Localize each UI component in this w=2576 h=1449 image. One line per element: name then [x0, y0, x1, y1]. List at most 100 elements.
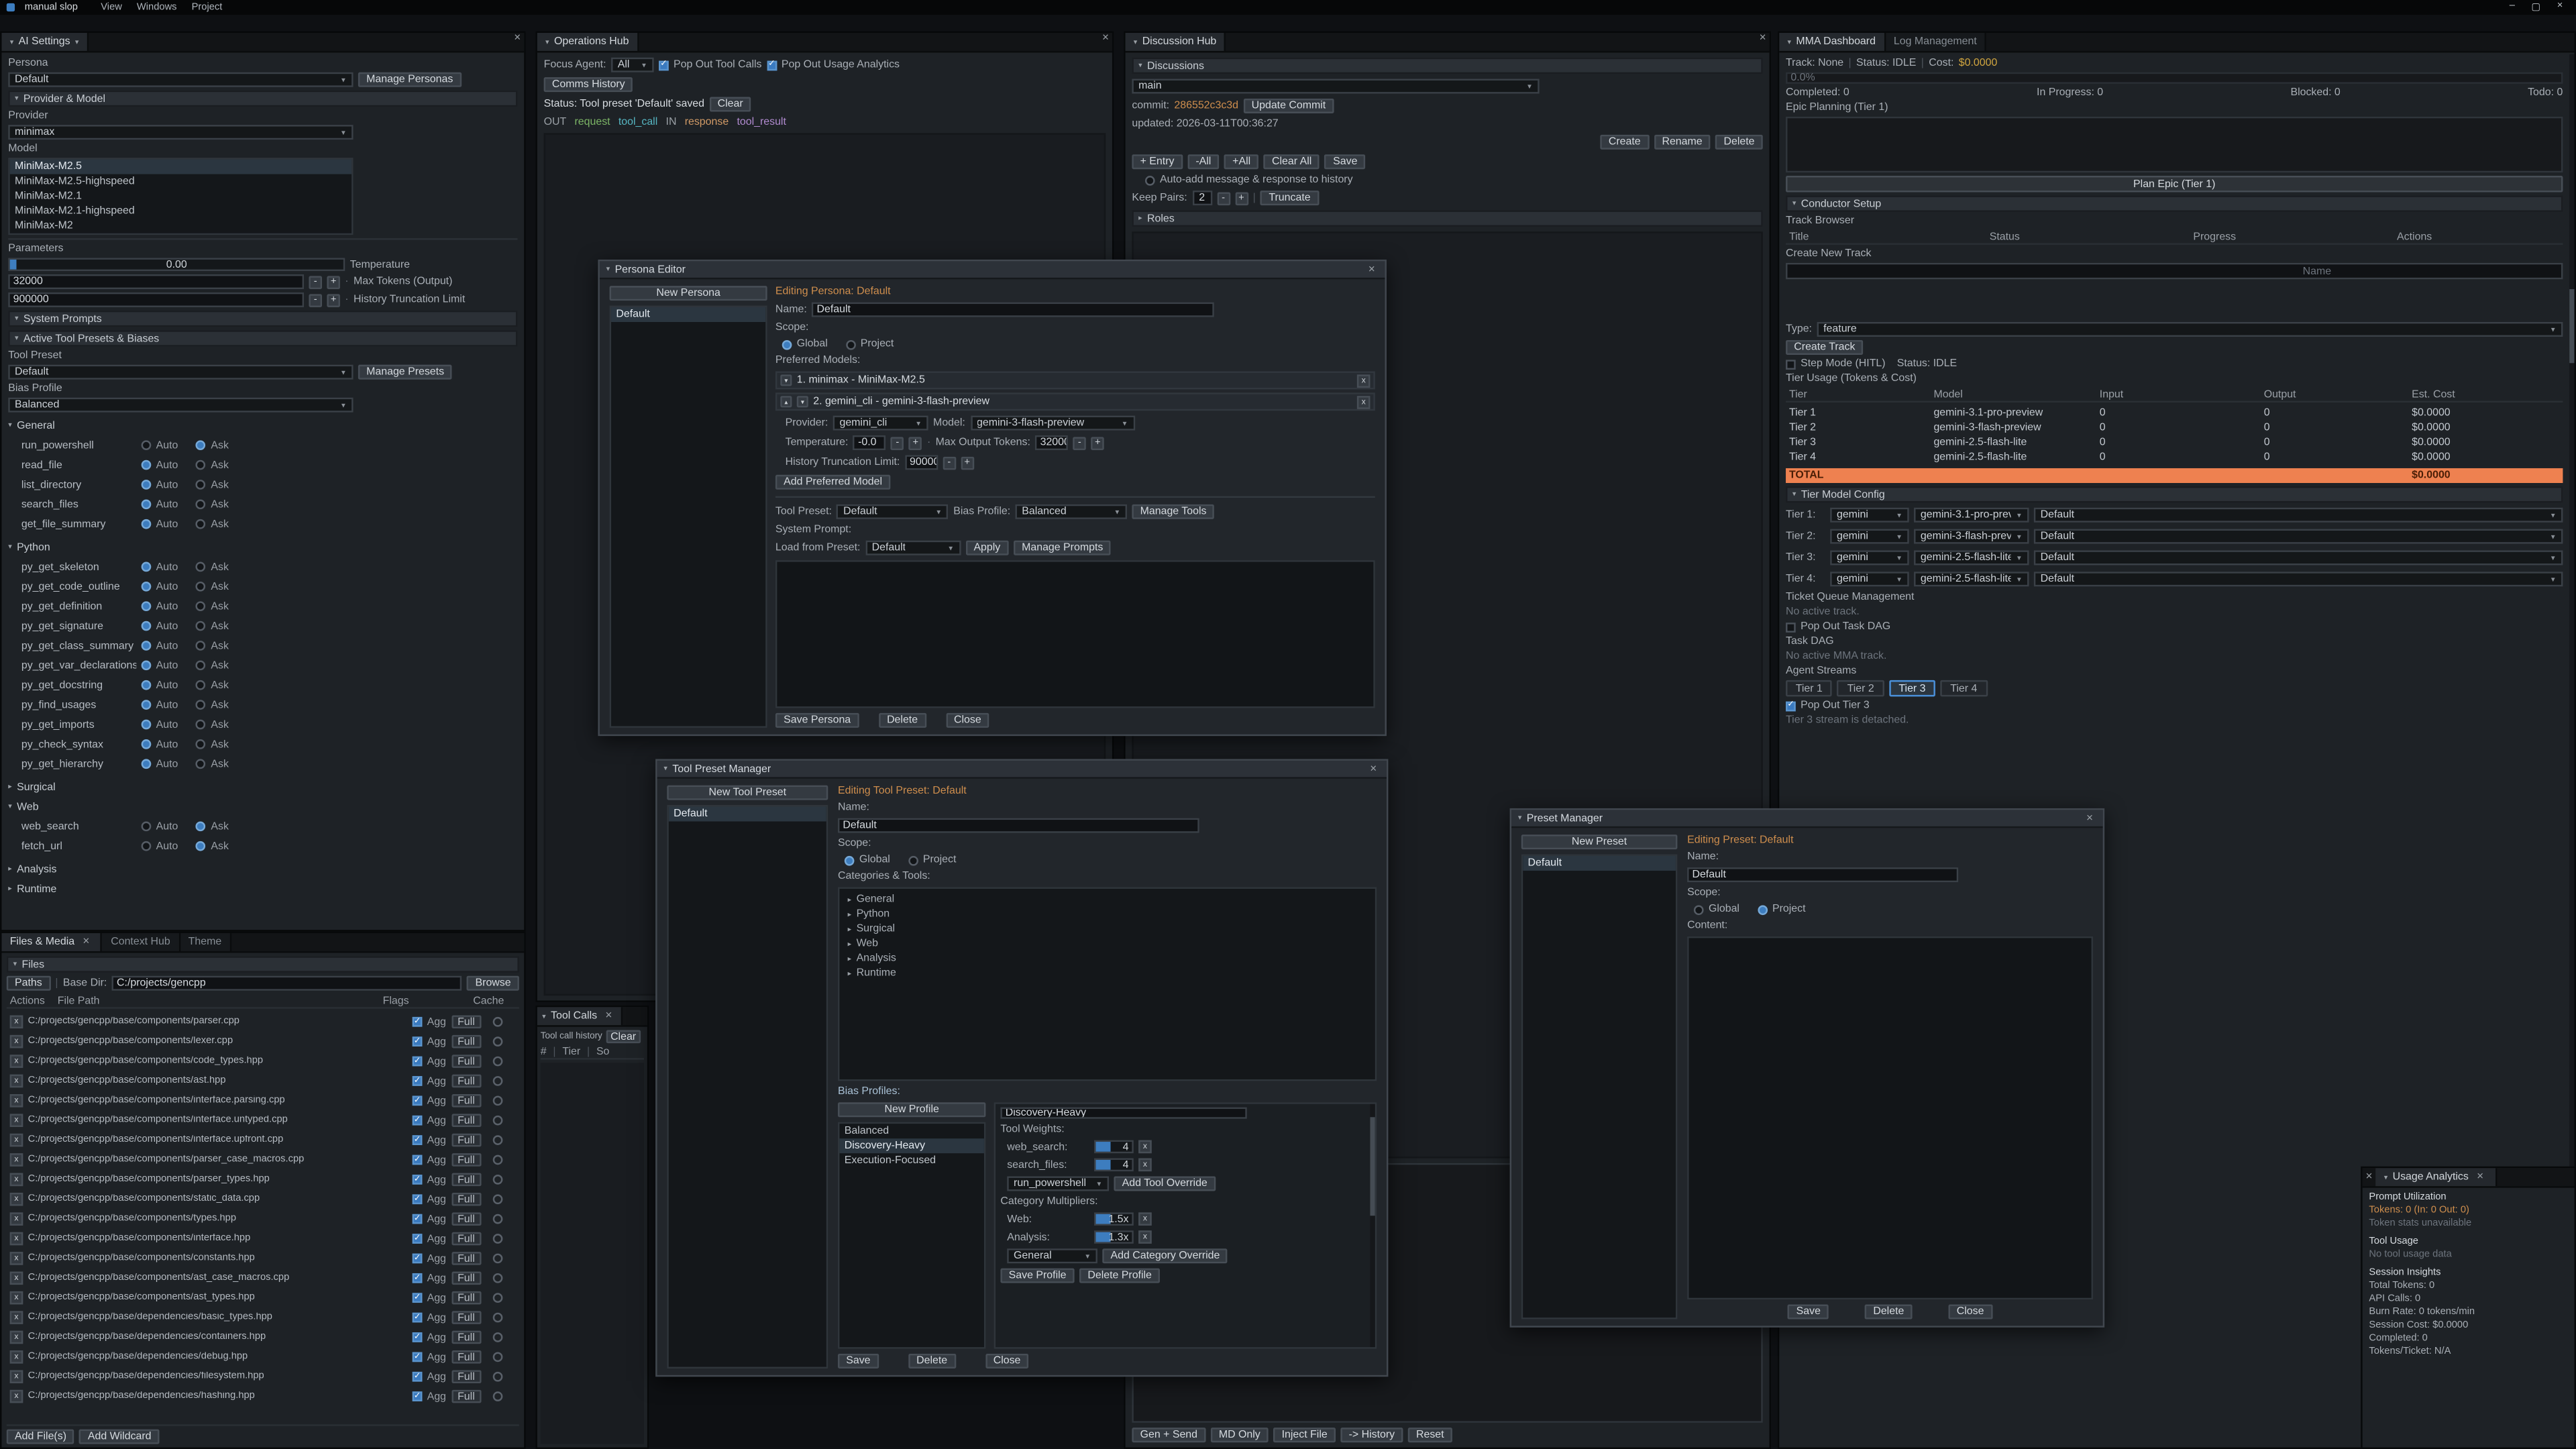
auto-radio[interactable]: [142, 680, 152, 690]
delete-discussion-button[interactable]: Delete: [1715, 135, 1763, 150]
agg-checkbox[interactable]: [413, 1214, 423, 1224]
ask-radio[interactable]: [196, 821, 206, 831]
manage-personas-button[interactable]: Manage Personas: [358, 72, 462, 87]
composer-button[interactable]: Inject File: [1273, 1428, 1336, 1442]
remove-file-button[interactable]: x: [10, 1153, 23, 1167]
tool-group-analysis[interactable]: ▸Analysis: [8, 863, 517, 876]
tier-stream-tab[interactable]: Tier 1: [1786, 680, 1832, 696]
tool-preset-manager-titlebar[interactable]: ▾ Tool Preset Manager ×: [657, 761, 1387, 779]
tool-preset-select[interactable]: Default▼: [837, 504, 949, 519]
scope-global-radio[interactable]: [1694, 904, 1704, 914]
remove-override-button[interactable]: x: [1138, 1140, 1152, 1154]
save-button[interactable]: Save: [1788, 1304, 1829, 1319]
increment-button[interactable]: +: [909, 436, 922, 449]
auto-radio[interactable]: [142, 562, 152, 572]
remove-file-button[interactable]: x: [10, 1252, 23, 1265]
profile-name-input[interactable]: Discovery-Heavy: [1000, 1108, 1246, 1119]
load-preset-select[interactable]: Default▼: [865, 541, 961, 555]
system-prompt-input[interactable]: [775, 560, 1375, 708]
remove-file-button[interactable]: x: [10, 1015, 23, 1028]
remove-override-button[interactable]: x: [1138, 1212, 1152, 1226]
agg-checkbox[interactable]: [413, 1352, 423, 1362]
rename-discussion-button[interactable]: Rename: [1654, 135, 1711, 150]
new-profile-button[interactable]: New Profile: [838, 1102, 985, 1117]
tier-preset-select[interactable]: Default▼: [2034, 529, 2563, 544]
auto-radio[interactable]: [142, 621, 152, 631]
tab-operations-hub[interactable]: ▾Operations Hub: [537, 33, 639, 51]
close-window-button[interactable]: Close: [1948, 1304, 1992, 1319]
manage-prompts-button[interactable]: Manage Prompts: [1014, 541, 1112, 555]
scrollbar-thumb[interactable]: [2569, 289, 2574, 363]
remove-file-button[interactable]: x: [10, 1291, 23, 1305]
caret-down-icon[interactable]: ▾: [75, 37, 79, 47]
pop-out-task-dag-checkbox[interactable]: [1786, 622, 1796, 632]
provider-select[interactable]: minimax▼: [8, 125, 353, 140]
weight-slider[interactable]: 4: [1094, 1159, 1134, 1172]
tier-stream-tab[interactable]: Tier 3: [1889, 680, 1935, 696]
add-category-override-button[interactable]: Add Category Override: [1102, 1248, 1228, 1263]
maximize-button[interactable]: ▢: [2531, 1, 2540, 13]
save-persona-button[interactable]: Save Persona: [775, 713, 859, 728]
entry-button[interactable]: -All: [1187, 154, 1219, 169]
history-limit-input[interactable]: 900000: [8, 292, 304, 307]
agg-checkbox[interactable]: [413, 1234, 423, 1244]
full-flag-button[interactable]: Full: [451, 1153, 481, 1167]
auto-add-checkbox[interactable]: [1145, 175, 1155, 185]
delete-profile-button[interactable]: Delete Profile: [1079, 1269, 1160, 1283]
provider-select[interactable]: gemini_cli▼: [833, 416, 928, 431]
remove-model-button[interactable]: x: [1357, 374, 1371, 387]
ask-radio[interactable]: [196, 660, 206, 670]
entry-button[interactable]: Save: [1325, 154, 1366, 169]
track-name-input[interactable]: Name: [1786, 263, 2563, 279]
category-row[interactable]: ▸Web: [843, 936, 1372, 951]
auto-radio[interactable]: [142, 821, 152, 831]
tier-preset-select[interactable]: Default▼: [2034, 572, 2563, 586]
add-wildcard-button[interactable]: Add Wildcard: [80, 1430, 160, 1444]
close-icon[interactable]: ×: [602, 1010, 615, 1022]
save-profile-button[interactable]: Save Profile: [1000, 1269, 1074, 1283]
entry-button[interactable]: Clear All: [1264, 154, 1320, 169]
bias-profile-select[interactable]: Balanced▼: [8, 398, 353, 413]
max-output-tokens-input[interactable]: 32000: [1035, 435, 1068, 450]
plan-epic-button[interactable]: Plan Epic (Tier 1): [1786, 176, 2563, 192]
increment-button[interactable]: +: [1235, 191, 1248, 205]
conductor-setup-section[interactable]: ▾Conductor Setup: [1786, 195, 2563, 211]
remove-file-button[interactable]: x: [10, 1055, 23, 1068]
persona-list-item[interactable]: Default: [611, 307, 765, 322]
agg-checkbox[interactable]: [413, 1135, 423, 1145]
auto-radio[interactable]: [142, 700, 152, 710]
remove-file-button[interactable]: x: [10, 1350, 23, 1364]
category-row[interactable]: ▸Analysis: [843, 951, 1372, 966]
close-icon[interactable]: ×: [1365, 264, 1379, 275]
remove-file-button[interactable]: x: [10, 1390, 23, 1403]
full-flag-button[interactable]: Full: [451, 1311, 481, 1324]
close-button[interactable]: ×: [2557, 1, 2563, 13]
preset-manager-titlebar[interactable]: ▾ Preset Manager ×: [1511, 810, 2103, 828]
auto-radio[interactable]: [142, 720, 152, 730]
persona-editor-titlebar[interactable]: ▾ Persona Editor ×: [600, 261, 1385, 279]
scope-project-radio[interactable]: [1758, 904, 1768, 914]
model-option[interactable]: MiniMax-M2.1: [10, 189, 352, 204]
agg-checkbox[interactable]: [413, 1293, 423, 1303]
files-tab[interactable]: Theme×: [180, 933, 231, 951]
auto-radio[interactable]: [142, 641, 152, 651]
move-down-button[interactable]: ▾: [780, 374, 792, 386]
tier-preset-select[interactable]: Default▼: [2034, 550, 2563, 565]
decrement-button[interactable]: -: [1217, 191, 1230, 205]
minimize-button[interactable]: –: [2510, 1, 2515, 13]
agg-checkbox[interactable]: [413, 1017, 423, 1027]
full-flag-button[interactable]: Full: [451, 1232, 481, 1246]
tool-preset-list-item[interactable]: Default: [669, 806, 826, 821]
remove-override-button[interactable]: x: [1138, 1159, 1152, 1172]
tool-override-select[interactable]: run_powershell▼: [1007, 1176, 1109, 1191]
full-flag-button[interactable]: Full: [451, 1173, 481, 1187]
update-commit-button[interactable]: Update Commit: [1243, 99, 1334, 113]
keep-pairs-input[interactable]: 2: [1192, 191, 1212, 205]
close-icon[interactable]: ×: [2363, 1171, 2376, 1183]
tier-stream-tab[interactable]: Tier 2: [1837, 680, 1884, 696]
auto-radio[interactable]: [142, 499, 152, 509]
remove-file-button[interactable]: x: [10, 1272, 23, 1285]
delete-persona-button[interactable]: Delete: [879, 713, 926, 728]
decrement-button[interactable]: -: [309, 293, 322, 307]
model-select[interactable]: gemini-3-flash-preview▼: [970, 416, 1134, 431]
